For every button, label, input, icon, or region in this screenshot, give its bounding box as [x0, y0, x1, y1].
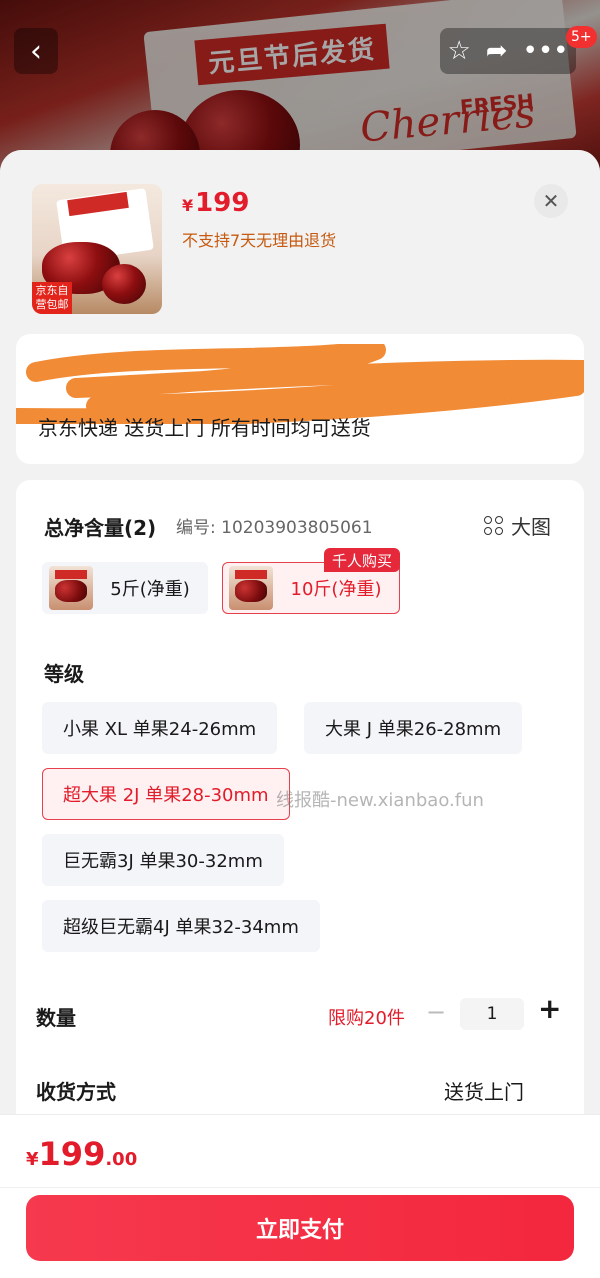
footer-divider: [0, 1187, 600, 1188]
grade-option-4j[interactable]: 超级巨无霸4J 单果32-34mm: [42, 900, 320, 952]
delivery-info: 京东快递 送货上门 所有时间均可送货: [38, 416, 371, 440]
option-label: 超大果 2J 单果28-30mm: [63, 785, 269, 806]
big-image-button[interactable]: 大图: [484, 511, 551, 540]
more-badge: 5+: [566, 26, 597, 48]
weight-option-5jin[interactable]: 5斤(净重): [42, 562, 208, 614]
quantity-input[interactable]: 1: [460, 998, 524, 1030]
option-label: 10斤(净重): [290, 579, 382, 600]
checkout-footer: ¥199.00 立即支付: [0, 1114, 600, 1278]
option-label: 超级巨无霸4J 单果32-34mm: [63, 917, 299, 938]
option-label: 巨无霸3J 单果30-32mm: [63, 851, 263, 872]
pay-now-button[interactable]: 立即支付: [26, 1195, 574, 1261]
sku-bottom-sheet: 京东自营包邮 ¥199 不支持7天无理由退货 ✕ 京东快递 送货上门 所有时间均…: [0, 150, 600, 1278]
return-policy: 不支持7天无理由退货: [182, 231, 337, 250]
back-button[interactable]: ‹: [14, 28, 58, 74]
grade-option-3j[interactable]: 巨无霸3J 单果30-32mm: [42, 834, 284, 886]
thumb-cherries: [102, 264, 146, 304]
option-label: 5斤(净重): [110, 579, 190, 600]
grade-option-xl[interactable]: 小果 XL 单果24-26mm: [42, 702, 278, 754]
total-price: ¥199.00: [26, 1135, 137, 1173]
option-thumbnail: [49, 566, 93, 610]
watermark: 线报酷-new.xianbao.fun: [276, 790, 484, 811]
grade-option-2j[interactable]: 超大果 2J 单果28-30mm: [42, 768, 290, 820]
total-price-int: 199: [38, 1135, 106, 1173]
currency-symbol: ¥: [182, 196, 194, 215]
total-currency: ¥: [26, 1149, 39, 1170]
star-icon[interactable]: ☆: [447, 36, 470, 66]
shipping-title: 收货方式: [36, 1080, 116, 1104]
sku-header: 京东自营包邮 ¥199 不支持7天无理由退货 ✕: [0, 150, 600, 330]
hot-tag: 千人购买: [324, 548, 401, 572]
sku-number: 编号: 10203903805061: [176, 518, 373, 538]
address-card[interactable]: 京东快递 送货上门 所有时间均可送货: [16, 334, 584, 464]
decrease-button[interactable]: −: [426, 998, 446, 1026]
grade-option-j[interactable]: 大果 J 单果26-28mm: [304, 702, 523, 754]
option-label: 大果 J 单果26-28mm: [325, 719, 502, 740]
grid-icon: [484, 516, 503, 535]
quantity-title: 数量: [36, 1006, 76, 1030]
product-thumbnail: 京东自营包邮: [32, 184, 162, 314]
price-value: 199: [195, 188, 250, 218]
close-button[interactable]: ✕: [534, 184, 568, 218]
option-thumbnail: [229, 566, 273, 610]
shipping-method[interactable]: 送货上门: [444, 1076, 524, 1105]
grade-title: 等级: [44, 662, 84, 686]
share-icon[interactable]: ➦: [486, 36, 508, 66]
close-icon: ✕: [542, 189, 560, 213]
more-icon[interactable]: •••: [522, 36, 568, 66]
product-price: ¥199: [182, 188, 249, 218]
top-actions: ☆ ➦ •••: [440, 28, 576, 74]
option-label: 小果 XL 单果24-26mm: [63, 719, 257, 740]
big-image-label: 大图: [511, 515, 551, 539]
total-price-dec: .00: [105, 1149, 138, 1170]
chevron-left-icon: ‹: [30, 33, 42, 69]
increase-button[interactable]: +: [538, 992, 561, 1025]
net-weight-title: 总净含量(2): [44, 516, 157, 540]
thumb-tag: 京东自营包邮: [32, 282, 72, 314]
purchase-limit: 限购20件: [328, 1008, 405, 1029]
